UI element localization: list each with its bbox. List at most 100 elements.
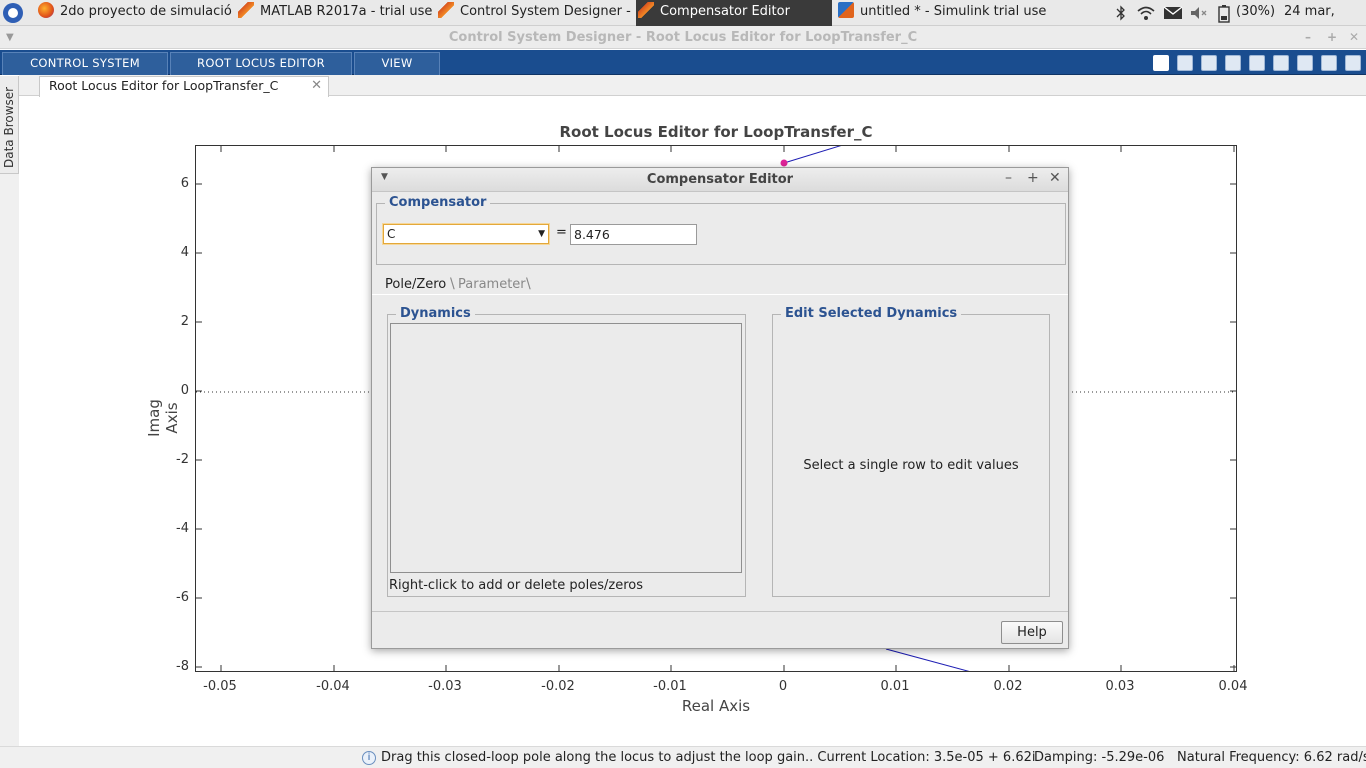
minimize-icon[interactable]: – (1005, 170, 1012, 186)
y-tick-label: -8 (176, 659, 189, 674)
bluetooth-icon[interactable] (1116, 5, 1126, 21)
taskbar-item-control-system-designer[interactable]: Control System Designer - ... (436, 0, 632, 26)
x-tick-label: 0 (778, 679, 788, 694)
document-tab[interactable]: Root Locus Editor for LoopTransfer_C ✕ (39, 76, 329, 97)
battery-percent: (30%) (1236, 4, 1276, 19)
edit-selected-dynamics-group: Edit Selected Dynamics (772, 306, 1050, 597)
y-axis-label: Imag Axis (145, 399, 181, 437)
compensator-select-value: C (387, 227, 396, 241)
taskbar-item-label: MATLAB R2017a - trial use (260, 4, 432, 19)
tab-control-system[interactable]: CONTROL SYSTEM (2, 52, 168, 75)
layout-icon[interactable] (1321, 55, 1337, 71)
data-browser-tab[interactable]: Data Browser (0, 76, 19, 174)
dynamics-group-label: Dynamics (396, 306, 475, 321)
taskbar-item-compensator-editor[interactable]: Compensator Editor (636, 0, 832, 26)
chevron-down-icon: ▼ (538, 229, 545, 239)
status-message: Drag this closed-loop pole along the loc… (381, 750, 1036, 765)
equals-sign: = (556, 225, 567, 240)
x-tick-label: 0.02 (993, 679, 1023, 694)
taskbar-item-simulink[interactable]: untitled * - Simulink trial use (836, 0, 1046, 26)
close-icon[interactable]: ✕ (1049, 170, 1061, 186)
taskbar-item-label: 2do proyecto de simulació... (60, 4, 232, 19)
compensator-editor-dialog: ▼ Compensator Editor – + ✕ Compensator C… (371, 167, 1069, 649)
x-tick-label: -0.01 (653, 679, 687, 694)
locus-branch-lower[interactable] (885, 648, 986, 671)
x-tick-label: -0.05 (203, 679, 237, 694)
toolstrip: CONTROL SYSTEM ROOT LOCUS EDITOR VIEW (0, 50, 1366, 75)
wifi-icon[interactable] (1136, 5, 1156, 21)
status-bar: i Drag this closed-loop pole along the l… (0, 746, 1366, 768)
window-menu-icon[interactable]: ▼ (6, 26, 14, 49)
new-session-icon[interactable] (1153, 55, 1169, 71)
dynamics-hint: Right-click to add or delete poles/zeros (389, 578, 643, 593)
paste-icon[interactable] (1249, 55, 1265, 71)
save-icon[interactable] (1177, 55, 1193, 71)
gain-input[interactable]: 8.476 (570, 224, 697, 245)
y-tick-label: -4 (176, 521, 189, 536)
maximize-icon[interactable]: + (1327, 26, 1337, 49)
left-gutter (0, 174, 19, 768)
simulink-icon (838, 2, 854, 18)
tab-parameter[interactable]: Parameter (454, 275, 530, 295)
tab-pole-zero[interactable]: Pole/Zero (381, 275, 450, 295)
locus-branch-upper[interactable] (783, 146, 846, 164)
dialog-titlebar[interactable]: ▼ Compensator Editor – + ✕ (372, 168, 1068, 192)
dialog-title: Compensator Editor (646, 172, 794, 187)
document-tab-label: Root Locus Editor for LoopTransfer_C (49, 78, 279, 93)
x-tick-label: 0.03 (1105, 679, 1135, 694)
y-tick-label: 6 (180, 176, 189, 191)
firefox-icon (38, 2, 54, 18)
window-title: Control System Designer - Root Locus Edi… (448, 30, 918, 45)
y-tick-label: 4 (180, 245, 189, 260)
undo-icon[interactable] (1273, 55, 1289, 71)
taskbar-item-label: Control System Designer - ... (460, 4, 632, 19)
taskbar-item-label: Compensator Editor (660, 4, 790, 19)
volume-muted-icon[interactable] (1189, 5, 1209, 21)
taskbar-item-firefox[interactable]: 2do proyecto de simulació... (36, 0, 232, 26)
compensator-group-label: Compensator (385, 195, 491, 210)
y-tick-label: -6 (176, 590, 189, 605)
close-icon[interactable]: ✕ (1349, 26, 1359, 49)
x-tick-label: -0.03 (428, 679, 462, 694)
x-tick-label: -0.04 (316, 679, 350, 694)
close-tab-icon[interactable]: ✕ (311, 77, 322, 95)
cut-icon[interactable] (1201, 55, 1217, 71)
closed-loop-pole-marker[interactable] (780, 159, 788, 167)
mail-icon[interactable] (1163, 5, 1183, 21)
edit-selected-dynamics-label: Edit Selected Dynamics (781, 306, 962, 321)
matlab-icon (638, 2, 654, 18)
dialog-footer-divider (372, 611, 1068, 612)
maximize-icon[interactable]: + (1027, 170, 1039, 186)
tab-view[interactable]: VIEW (354, 52, 440, 75)
help-button[interactable]: Help (1001, 621, 1063, 644)
help-icon[interactable] (1345, 55, 1361, 71)
status-damping: Damping: -5.29e-06 (1034, 750, 1165, 765)
x-tick-label: 0.01 (880, 679, 910, 694)
data-browser-label: Data Browser (2, 86, 16, 168)
tab-root-locus-editor[interactable]: ROOT LOCUS EDITOR (170, 52, 352, 75)
minimize-icon[interactable]: – (1305, 26, 1311, 49)
redo-icon[interactable] (1297, 55, 1313, 71)
dynamics-table[interactable] (390, 323, 742, 573)
matlab-icon (438, 2, 454, 18)
plot-title: Root Locus Editor for LoopTransfer_C (559, 123, 873, 141)
os-taskbar: 2do proyecto de simulació... MATLAB R201… (0, 0, 1366, 43)
copy-icon[interactable] (1225, 55, 1241, 71)
tab-divider: \ (526, 276, 531, 292)
x-axis-label: Real Axis (681, 697, 751, 715)
taskbar-item-matlab[interactable]: MATLAB R2017a - trial use (236, 0, 432, 26)
clock[interactable]: 24 mar, 12:45 (1284, 0, 1366, 43)
os-menu-icon[interactable] (3, 3, 23, 23)
y-tick-label: 2 (180, 314, 189, 329)
x-tick-label: -0.02 (541, 679, 575, 694)
document-tabbar: Root Locus Editor for LoopTransfer_C ✕ (19, 75, 1366, 97)
info-icon: i (362, 751, 376, 765)
y-tick-label: -2 (176, 452, 189, 467)
x-tick-label: 0.04 (1218, 679, 1248, 694)
status-natural-frequency: Natural Frequency: 6.62 rad/s (1177, 750, 1366, 765)
edit-dynamics-message: Select a single row to edit values (803, 458, 1019, 473)
compensator-select[interactable]: C ▼ (383, 224, 549, 244)
battery-icon[interactable] (1218, 5, 1230, 23)
window-titlebar: ▼ Control System Designer - Root Locus E… (0, 26, 1366, 49)
taskbar-item-label: untitled * - Simulink trial use (860, 4, 1046, 19)
